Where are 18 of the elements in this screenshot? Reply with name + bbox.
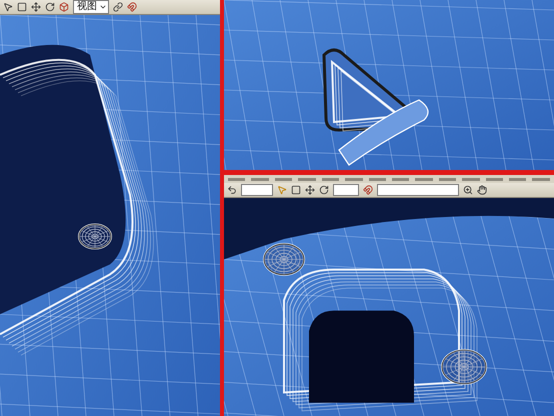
rotate-icon[interactable] (319, 185, 329, 195)
move-icon[interactable] (305, 185, 315, 195)
pointer-icon[interactable] (3, 2, 13, 12)
square-select-icon[interactable] (17, 2, 27, 12)
selection-field[interactable] (241, 184, 273, 196)
square-select-icon[interactable] (291, 185, 301, 195)
named-selection-field[interactable] (377, 184, 459, 196)
caret-icon (99, 3, 107, 11)
rotate-icon[interactable] (45, 2, 55, 12)
undo-icon[interactable] (227, 185, 237, 195)
zoom-icon[interactable] (463, 185, 473, 195)
pan-icon[interactable] (477, 185, 487, 195)
move-icon[interactable] (31, 2, 41, 12)
magnet-icon[interactable] (127, 2, 137, 12)
magnet-icon[interactable] (363, 185, 373, 195)
view-dropdown[interactable]: 视图 (73, 0, 109, 14)
coordinate-field[interactable] (333, 184, 359, 196)
link-icon[interactable] (113, 2, 123, 12)
